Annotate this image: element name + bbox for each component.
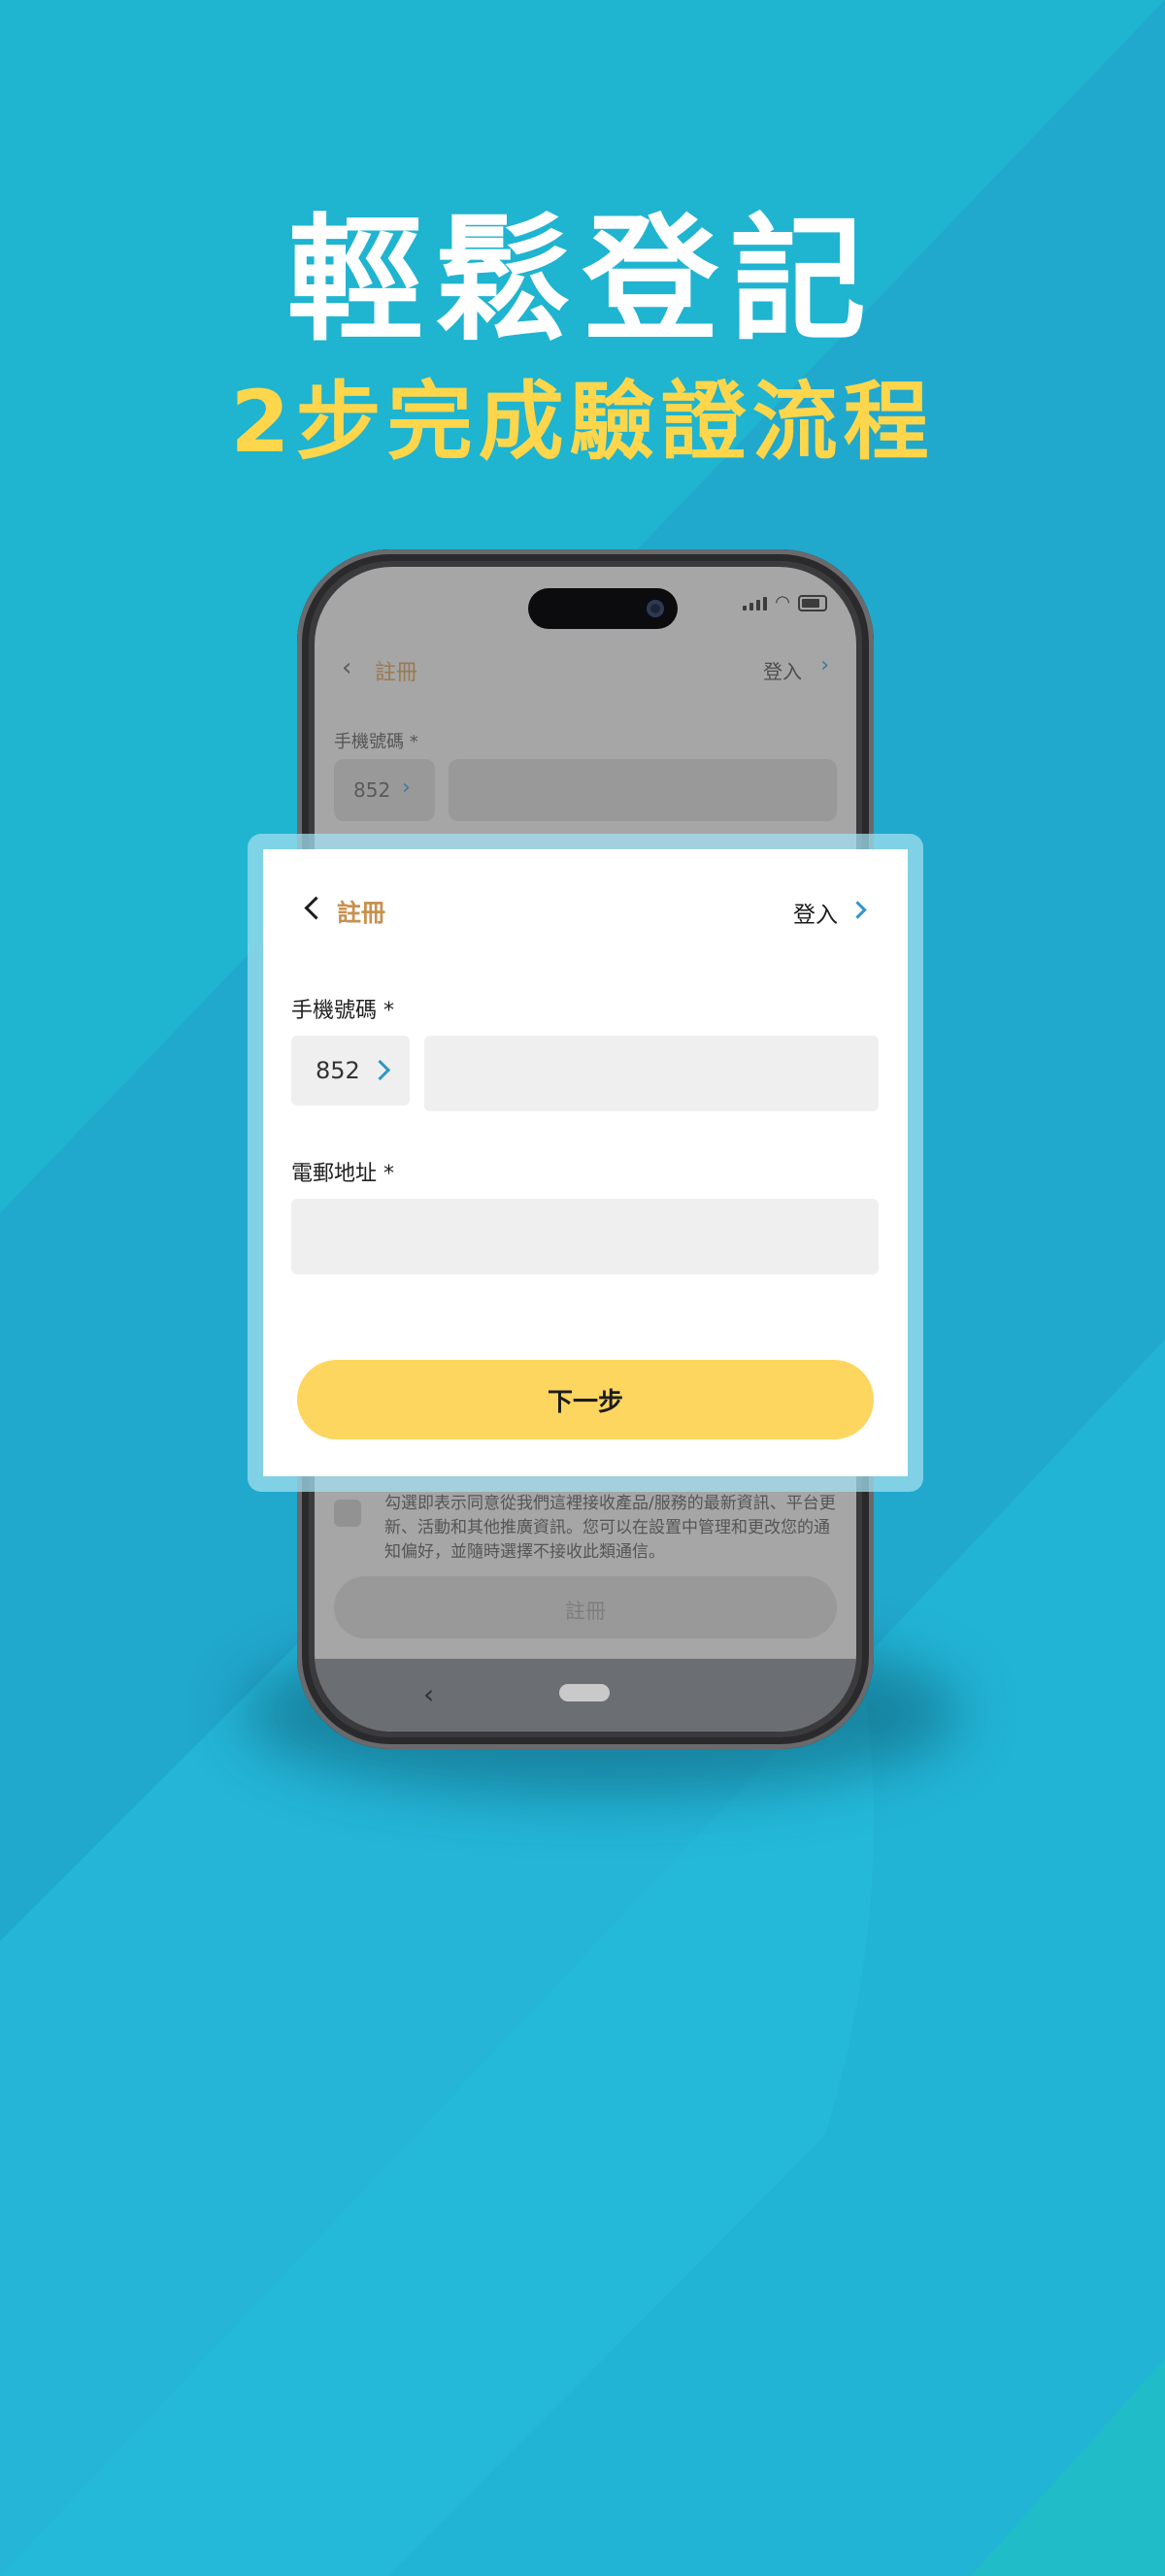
page-title: 輕鬆登記 [286,202,878,360]
registration-card: 註冊 登入 手機號碼 * 852 電郵地址 * 下一步 [263,849,908,1476]
home-pill-icon [559,1684,610,1701]
consent-text: 勾選即表示同意從我們這裡接收產品/服務的最新資訊、平台更新、活動和其他推廣資訊。… [384,1494,836,1562]
dynamic-island [528,588,678,629]
card-title: 註冊 [337,899,386,927]
country-code-value: 852 [316,1057,360,1084]
chevron-left-icon[interactable] [298,894,327,923]
camera-icon [647,600,664,617]
signal-icon [743,595,768,611]
chevron-right-icon[interactable] [849,896,873,923]
consent-checkbox [334,1500,361,1527]
android-nav-bar: ‹ [315,1659,856,1732]
background-phone-label: 手機號碼 * [334,732,418,752]
wifi-icon: ◠ [775,592,790,612]
chevron-right-icon: › [820,653,829,677]
email-input[interactable] [291,1199,879,1274]
login-link[interactable]: 登入 [793,896,838,929]
country-code-selector[interactable]: 852 [291,1036,410,1106]
background-nav-bar: ‹ 註冊 登入 › [315,640,856,698]
phone-label: 手機號碼 * [291,999,394,1023]
next-button[interactable]: 下一步 [297,1360,874,1439]
background-phone-input [449,759,837,821]
phone-input[interactable] [424,1036,879,1111]
background-country-code: 852 › [334,759,435,821]
background-nav-title: 註冊 [375,661,418,685]
chevron-right-icon: › [402,776,411,800]
background-login-link: 登入 [763,660,802,683]
email-label: 電郵地址 * [291,1162,394,1186]
back-nav-icon: ‹ [423,1678,435,1710]
chevron-right-icon [369,1059,391,1081]
battery-icon [798,594,827,611]
register-button: 註冊 [334,1576,837,1638]
chevron-left-icon: ‹ [342,653,352,682]
status-bar: ◠ [743,594,827,611]
page-subtitle: 2步完成驗證流程 [230,372,935,472]
